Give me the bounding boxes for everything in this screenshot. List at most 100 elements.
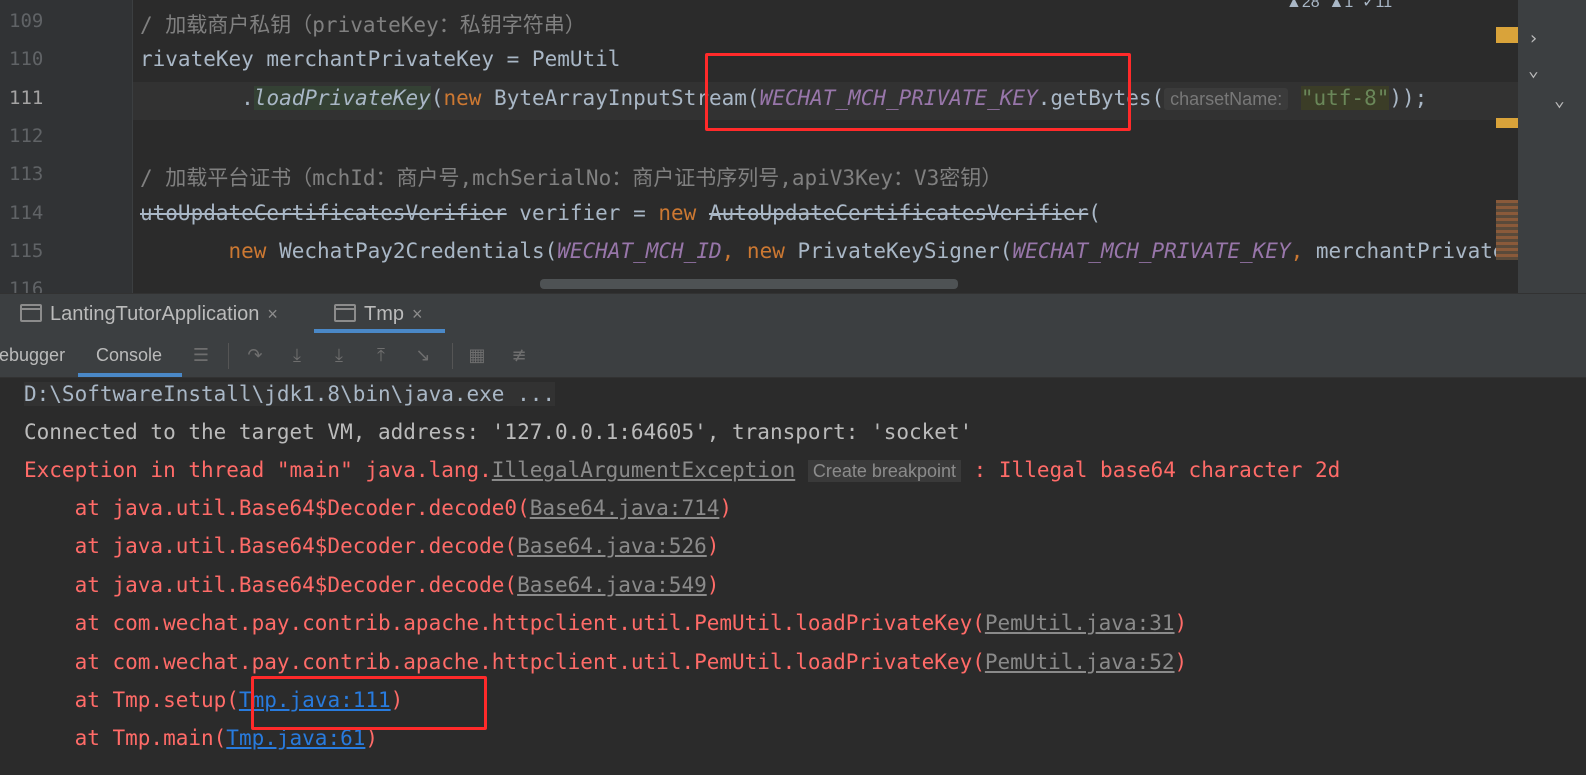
debug-toolbar: Debugger Console ☰ ↷ ⤓ ⤓ ⤒ ↘ ▦ ≢	[0, 335, 1586, 378]
line-number: 113	[9, 163, 44, 186]
code-token: new	[228, 238, 267, 263]
code-token: utoUpdateCertificatesVerifier	[140, 200, 507, 225]
tab-label: Tmp	[364, 303, 404, 325]
code-token: WECHAT_MCH_PRIVATE_KEY	[1012, 238, 1291, 263]
code-line[interactable]: new WechatPay2Credentials(WECHAT_MCH_ID,…	[140, 238, 1544, 263]
line-number-gutter: 109 110 111 112 113 114 115 116	[0, 0, 133, 293]
right-tool-strip: › ⌄ ⌄	[1518, 0, 1586, 293]
code-token: .	[140, 85, 254, 110]
line-number: 109	[9, 10, 44, 32]
exception-class-link[interactable]: IllegalArgumentException	[492, 458, 795, 482]
code-token: / 加载平台证书（mchId：商户号,mchSerialNo：商户证书序列号,a…	[140, 166, 1003, 191]
chevron-down-icon[interactable]: ⌄	[1554, 90, 1565, 111]
code-token: ,	[721, 238, 747, 263]
frame-text: )	[706, 534, 720, 559]
code-token: PrivateKeySigner(	[784, 238, 1013, 263]
evaluate-expression-icon[interactable]: ▦	[466, 345, 488, 367]
warning-marker-icon[interactable]	[1496, 118, 1518, 128]
frame-text: at java.util.Base64$Decoder.decode(	[24, 572, 518, 597]
code-editor[interactable]: 109 110 111 112 113 114 115 116 / 加载商户私钥（privat…	[0, 0, 1586, 293]
stack-frame: at com.wechat.pay.contrib.apache.httpcli…	[24, 649, 1188, 674]
annotation-box	[251, 676, 487, 730]
stack-frame: at java.util.Base64$Decoder.decode(Base6…	[24, 572, 720, 597]
code-token: rivateKey merchantPrivateKey = PemUtil	[140, 47, 621, 72]
code-token: / 加载商户私钥（privateKey：私钥字符串）	[140, 13, 586, 37]
stack-frame: at java.util.Base64$Decoder.decode0(Base…	[24, 496, 732, 520]
frame-text: at java.util.Base64$Decoder.decode(	[24, 534, 518, 559]
code-token: ));	[1389, 85, 1428, 110]
line-number: 112	[9, 124, 44, 147]
parameter-hint: charsetName:	[1164, 87, 1289, 110]
step-out-icon[interactable]: ⤒	[370, 345, 392, 367]
separator	[228, 343, 229, 369]
run-to-cursor-icon[interactable]: ↘	[412, 345, 434, 367]
line-number: 111	[9, 86, 44, 109]
chevron-right-icon[interactable]: ›	[1528, 28, 1539, 49]
code-line[interactable]: / 加载商户私钥（privateKey：私钥字符串）	[140, 9, 586, 39]
trace-stream-icon[interactable]: ≢	[508, 345, 530, 367]
source-link[interactable]: Base64.java:549	[517, 573, 707, 597]
run-tab-bar: LantingTutorApplication × Tmp ×	[0, 293, 1586, 336]
selected-tab-indicator	[314, 329, 445, 333]
separator	[452, 343, 453, 369]
tab-console[interactable]: Console	[96, 335, 162, 375]
frame-text: )	[1174, 649, 1188, 674]
tab-label: LantingTutorApplication	[50, 303, 260, 325]
step-into-icon[interactable]: ⤓	[286, 345, 308, 367]
close-icon[interactable]: ×	[267, 304, 278, 324]
code-token: (	[430, 85, 444, 110]
horizontal-scrollbar[interactable]	[540, 279, 958, 289]
code-token: new	[443, 85, 482, 110]
frame-text: at com.wechat.pay.contrib.apache.httpcli…	[24, 611, 985, 636]
tab-lantingtutorapplication[interactable]: LantingTutorApplication ×	[20, 294, 278, 334]
line-number: 110	[9, 48, 44, 71]
stack-frame: at com.wechat.pay.contrib.apache.httpcli…	[24, 611, 1188, 636]
create-breakpoint-hint[interactable]: Create breakpoint	[807, 460, 961, 482]
source-link[interactable]: PemUtil.java:31	[985, 611, 1175, 635]
source-link[interactable]: PemUtil.java:52	[985, 650, 1175, 674]
tab-tmp[interactable]: Tmp ×	[334, 294, 423, 334]
menu-icon[interactable]: ☰	[190, 345, 212, 367]
line-number: 114	[9, 201, 44, 224]
console-icon	[20, 304, 42, 322]
code-token: AutoUpdateCertificatesVerifier	[708, 200, 1089, 225]
step-over-icon[interactable]: ↷	[244, 345, 266, 367]
frame-text: at java.util.Base64$Decoder.decode0(	[24, 496, 530, 520]
exception-line: Exception in thread "main" java.lang.Ill…	[24, 458, 1341, 482]
line-number: 115	[9, 239, 44, 262]
code-token: "utf-8"	[1300, 85, 1390, 110]
code-line[interactable]: / 加载平台证书（mchId：商户号,mchSerialNo：商户证书序列号,a…	[140, 162, 1002, 192]
warning-marker-icon[interactable]	[1496, 27, 1518, 43]
code-token: verifier =	[506, 200, 659, 225]
inspection-widget[interactable]: ▲28 ▲1 ✓11	[1286, 0, 1392, 12]
frame-text: )	[719, 496, 733, 520]
code-token: loadPrivateKey	[253, 85, 431, 110]
close-icon[interactable]: ×	[412, 304, 423, 324]
code-token: (	[1088, 200, 1101, 225]
stack-frame: at java.util.Base64$Decoder.decode(Base6…	[24, 534, 720, 559]
source-link[interactable]: Base64.java:714	[530, 496, 720, 520]
frame-text: at com.wechat.pay.contrib.apache.httpcli…	[24, 649, 985, 674]
source-link[interactable]: Base64.java:526	[517, 534, 707, 558]
frame-text: )	[1174, 611, 1188, 636]
annotation-box	[705, 53, 1131, 131]
chevron-down-icon[interactable]: ⌄	[1528, 60, 1539, 81]
connected-line: Connected to the target VM, address: '12…	[24, 420, 973, 444]
code-token: ,	[1290, 238, 1316, 263]
line-number: 116	[9, 278, 44, 293]
code-token: new	[746, 238, 785, 263]
code-line[interactable]: utoUpdateCertificatesVerifier verifier =…	[140, 201, 1101, 225]
code-line[interactable]: rivateKey merchantPrivateKey = PemUtil	[140, 47, 620, 71]
command-line: D:\SoftwareInstall\jdk1.8\bin\java.exe .…	[24, 382, 556, 406]
tab-debugger[interactable]: Debugger	[0, 335, 65, 375]
console-icon	[334, 304, 356, 322]
force-step-into-icon[interactable]: ⤓	[328, 345, 350, 367]
console-output[interactable]: D:\SoftwareInstall\jdk1.8\bin\java.exe .…	[0, 378, 1586, 775]
frame-text: at Tmp.main(	[24, 726, 227, 751]
code-token: WECHAT_MCH_ID	[557, 238, 722, 263]
code-token: WechatPay2Credentials(	[266, 238, 558, 263]
change-markers	[1496, 200, 1518, 260]
